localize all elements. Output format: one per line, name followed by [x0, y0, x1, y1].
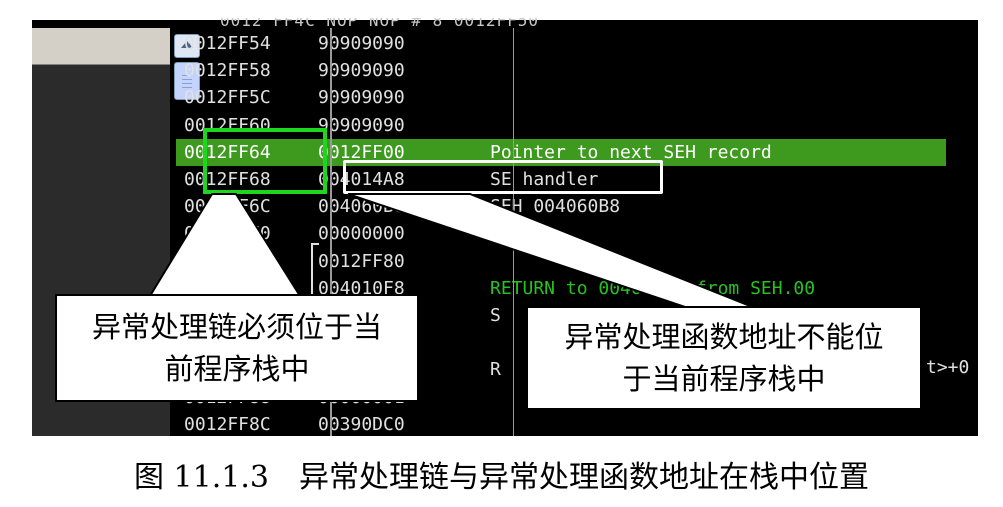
- callout-seh-chain: 异常处理链必须位于当 前程序栈中: [55, 294, 419, 402]
- stack-address: 0012FF8C: [184, 413, 271, 435]
- se-handler-highlight-box: [343, 160, 663, 194]
- stack-address: 0012FF54: [184, 33, 271, 54]
- stack-address: 0012FF58: [184, 60, 271, 82]
- stack-row[interactable]: 0012FF6C 004060B8 SEH 004060B8: [176, 193, 946, 220]
- callout-right-line-1: 异常处理函数地址不能位: [564, 320, 884, 354]
- stack-row[interactable]: 0012FF58 90909090: [176, 57, 946, 84]
- callout-right-line-2: 于当前程序栈中: [622, 362, 826, 396]
- stack-comment: S: [490, 305, 501, 326]
- stack-row[interactable]: 0012FF8C 00390DC0: [176, 411, 946, 438]
- stack-comment: RETURN to 004010F8 from SEH.00: [490, 277, 816, 299]
- stack-row[interactable]: 0012FF70 00000000: [176, 220, 946, 247]
- comment-tail: t>+0: [926, 357, 970, 378]
- stack-comment: SEH 004060B8: [490, 196, 621, 218]
- stack-row[interactable]: 0012FF74 0012FF80: [176, 248, 946, 275]
- column-separator: [513, 28, 514, 436]
- stack-address: 0012FF6C: [184, 196, 271, 218]
- stack-address: 0012FF74: [184, 250, 271, 272]
- stack-address: 0012FF5C: [184, 87, 271, 109]
- callout-left-line-1: 异常处理链必须位于当: [91, 310, 382, 344]
- stack-address: 0012FF70: [184, 223, 271, 245]
- clipped-top-text: 0012 FF4C NOP NOP # 8 0012FF50: [220, 18, 539, 30]
- stack-row[interactable]: 0012FF54 90909090: [176, 30, 946, 57]
- left-pane-header: [32, 28, 170, 65]
- stack-row[interactable]: 0012FF5C 90909090: [176, 84, 946, 111]
- stack-comment: R: [490, 359, 501, 381]
- figure-caption: 图 11.1.3 异常处理链与异常处理函数地址在栈中位置: [134, 460, 869, 495]
- callout-left-line-2: 前程序栈中: [164, 352, 310, 386]
- seh-chain-highlight-box: [203, 128, 327, 194]
- callout-handler-address: 异常处理函数地址不能位 于当前程序栈中: [526, 306, 922, 410]
